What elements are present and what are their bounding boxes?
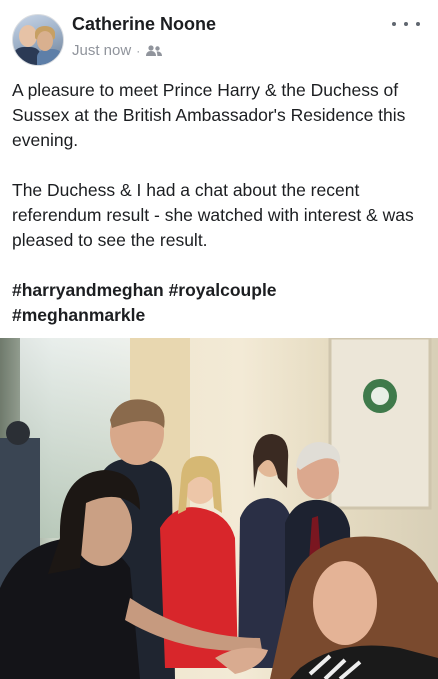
wall-emblem-center [371, 387, 389, 405]
hashtags[interactable]: #meghanmarkle [12, 303, 428, 328]
more-dot [416, 22, 420, 26]
meta-separator: · [136, 43, 141, 58]
more-dot [404, 22, 408, 26]
woman-face [313, 561, 377, 645]
post-timestamp[interactable]: Just now [72, 42, 131, 59]
hashtags[interactable]: #harryandmeghan #royalcouple [12, 278, 428, 303]
avatar-face [37, 31, 53, 51]
post-meta: Just now · [72, 42, 163, 59]
post-header: Catherine Noone Just now · [0, 0, 438, 72]
more-options-icon[interactable] [392, 14, 420, 34]
friends-icon[interactable] [145, 44, 163, 58]
more-dot [392, 22, 396, 26]
post-photo[interactable] [0, 338, 438, 679]
author-name[interactable]: Catherine Noone [72, 14, 216, 35]
wall-panel [328, 338, 432, 510]
author-avatar[interactable] [12, 14, 64, 66]
post-text: A pleasure to meet Prince Harry & the Du… [12, 78, 428, 328]
post-paragraph: The Duchess & I had a chat about the rec… [12, 180, 414, 250]
photographer-head [6, 421, 30, 445]
facebook-post: Catherine Noone Just now · A pleasure to… [0, 0, 438, 679]
avatar-figure [37, 49, 63, 65]
post-paragraph: A pleasure to meet Prince Harry & the Du… [12, 80, 406, 150]
